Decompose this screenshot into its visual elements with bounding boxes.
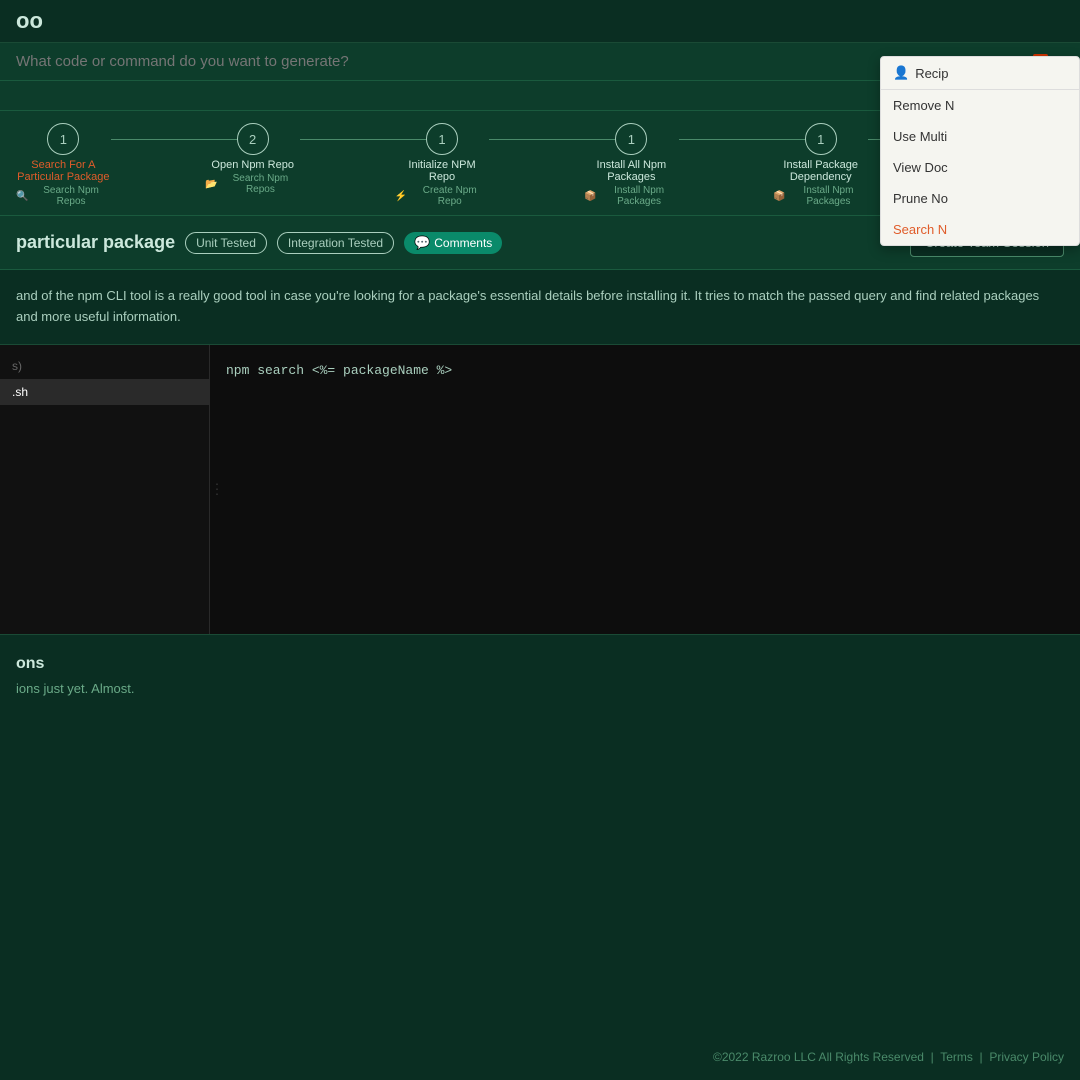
step-icon-2: 📂 xyxy=(205,179,217,190)
dropdown-item-prune[interactable]: Prune No xyxy=(881,183,1079,214)
step-circle-2: 2 xyxy=(237,123,269,155)
step-sub-5: 📦 Install Npm Packages xyxy=(773,185,868,207)
step-title-4: Install All Npm Packages xyxy=(584,159,679,183)
variations-section: ons ions just yet. Almost. xyxy=(0,635,1080,716)
footer-terms-link[interactable]: Terms xyxy=(940,1050,973,1064)
step-title-5: Install Package Dependency xyxy=(773,159,868,183)
variations-title: ons xyxy=(16,655,1064,673)
footer-copyright: ©2022 Razroo LLC All Rights Reserved xyxy=(713,1050,924,1064)
dropdown-item-view-doc[interactable]: View Doc xyxy=(881,152,1079,183)
recipe-icon: 👤 xyxy=(893,65,909,81)
step-icon-4: 📦 xyxy=(584,191,596,202)
code-line-1: npm search <%= packageName %> xyxy=(226,361,1064,382)
step-circle-3: 1 xyxy=(426,123,458,155)
step-title-1: Search For A Particular Package xyxy=(16,159,111,183)
badge-comments[interactable]: 💬 Comments xyxy=(404,232,502,254)
logo: oo xyxy=(16,8,43,34)
file-section-label: s) xyxy=(0,353,209,379)
step-item-2[interactable]: 2 Open Npm Repo 📂 Search Npm Repos xyxy=(205,123,300,195)
step-icon-5: 📦 xyxy=(773,191,785,202)
recipe-title: particular package xyxy=(16,232,175,253)
file-sidebar: s) .sh xyxy=(0,345,210,634)
code-editor[interactable]: npm search <%= packageName %> xyxy=(210,345,1080,634)
footer: ©2022 Razroo LLC All Rights Reserved | T… xyxy=(713,1050,1064,1064)
search-input[interactable] xyxy=(16,53,967,70)
description-text: and of the npm CLI tool is a really good… xyxy=(16,286,1064,328)
step-icon-3: ⚡ xyxy=(395,191,407,202)
step-title-3: Initialize NPM Repo xyxy=(395,159,490,183)
dropdown-item-search[interactable]: Search N xyxy=(881,214,1079,245)
dropdown-menu-header: 👤 Recip xyxy=(881,57,1079,90)
footer-privacy-link[interactable]: Privacy Policy xyxy=(989,1050,1064,1064)
step-circle-1: 1 xyxy=(47,123,79,155)
description-area: and of the npm CLI tool is a really good… xyxy=(0,270,1080,345)
header: oo xyxy=(0,0,1080,43)
badge-unit-tested[interactable]: Unit Tested xyxy=(185,232,267,254)
dropdown-item-multi[interactable]: Use Multi xyxy=(881,121,1079,152)
step-circle-4: 1 xyxy=(615,123,647,155)
drag-handle[interactable]: ⋮ xyxy=(210,481,224,498)
file-item-sh[interactable]: .sh xyxy=(0,379,209,405)
step-circle-5: 1 xyxy=(805,123,837,155)
badge-integration-tested[interactable]: Integration Tested xyxy=(277,232,394,254)
dropdown-item-remove[interactable]: Remove N xyxy=(881,90,1079,121)
step-sub-4: 📦 Install Npm Packages xyxy=(584,185,679,207)
step-sub-1: 🔍 Search Npm Repos xyxy=(16,185,111,207)
step-item-5[interactable]: 1 Install Package Dependency 📦 Install N… xyxy=(773,123,868,207)
dropdown-menu: 👤 Recip Remove N Use Multi View Doc Prun… xyxy=(880,56,1080,246)
step-sub-3: ⚡ Create Npm Repo xyxy=(395,185,490,207)
variations-text: ions just yet. Almost. xyxy=(16,681,1064,696)
step-sub-2: 📂 Search Npm Repos xyxy=(205,173,300,195)
comment-icon: 💬 xyxy=(414,235,430,251)
code-container: s) .sh ⋮ npm search <%= packageName %> xyxy=(0,345,1080,635)
step-item-4[interactable]: 1 Install All Npm Packages 📦 Install Npm… xyxy=(584,123,679,207)
step-icon-1: 🔍 xyxy=(16,191,28,202)
step-item-1[interactable]: 1 Search For A Particular Package 🔍 Sear… xyxy=(16,123,111,207)
step-title-2: Open Npm Repo xyxy=(211,159,294,171)
step-item-3[interactable]: 1 Initialize NPM Repo ⚡ Create Npm Repo xyxy=(395,123,490,207)
